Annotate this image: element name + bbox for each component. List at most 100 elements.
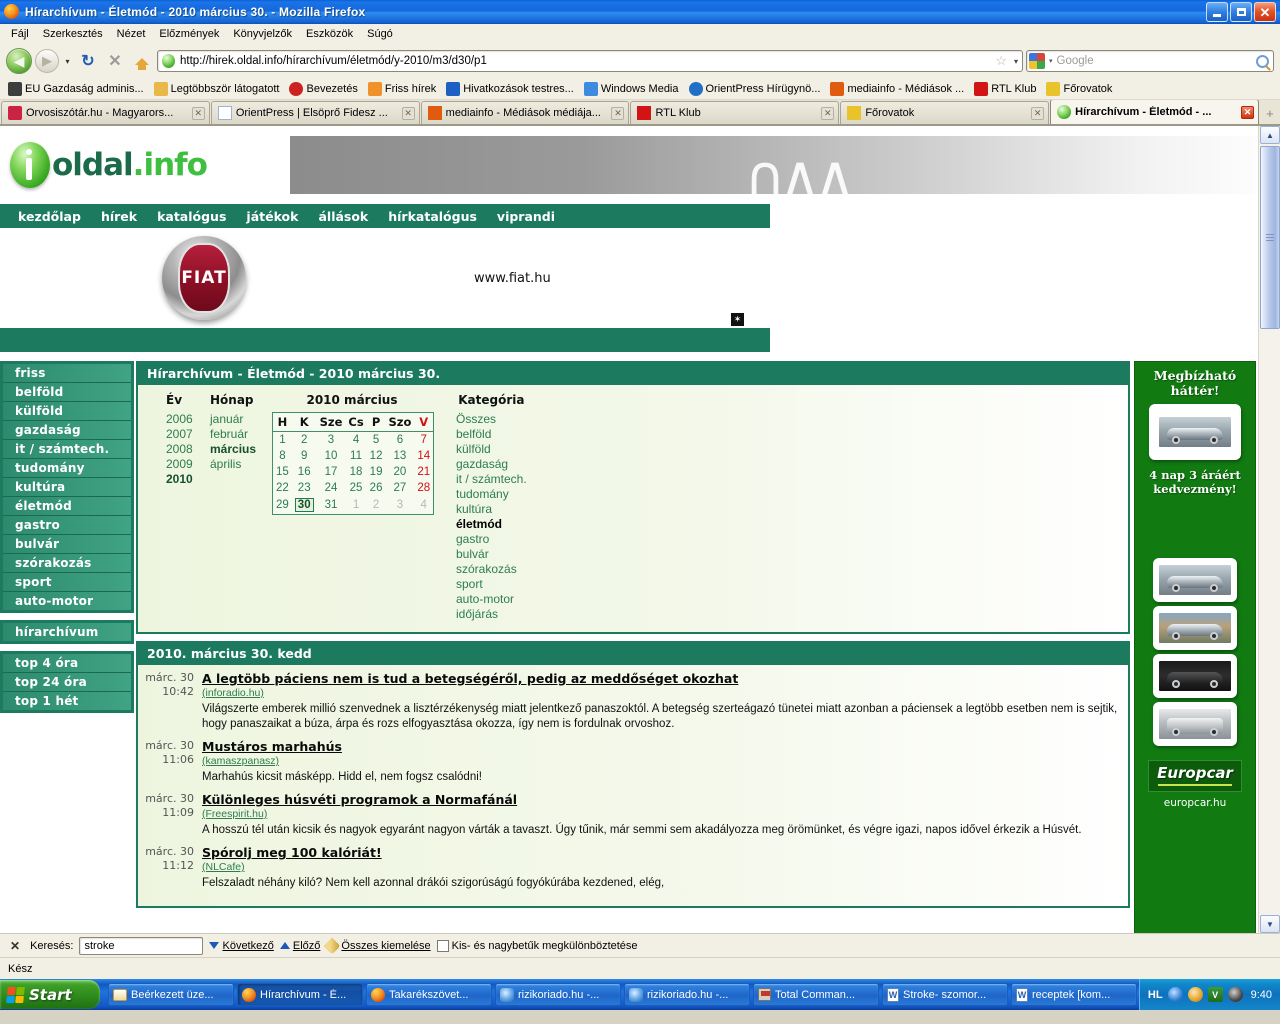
category-auto-motor[interactable]: auto-motor xyxy=(456,592,527,607)
tab-orvosiszotar[interactable]: Orvosiszótár.hu - Magyarors... ✕ xyxy=(1,101,210,124)
fiat-ad-banner[interactable]: FIAT www.fiat.hu ✶ xyxy=(0,228,770,328)
year-2009[interactable]: 2009 xyxy=(166,457,210,472)
sidebar-item-hirarchivum[interactable]: hírarchívum xyxy=(3,623,131,641)
find-prev-button[interactable]: Előző xyxy=(279,940,320,952)
calendar-day[interactable]: 23 xyxy=(292,480,317,496)
taskbar-item-receptek-doc[interactable]: Wreceptek [kom... xyxy=(1011,983,1137,1006)
nav-hirek[interactable]: hírek xyxy=(91,209,147,224)
tab-close-icon[interactable]: ✕ xyxy=(1031,106,1045,120)
stop-button[interactable]: ✕ xyxy=(103,49,127,73)
find-highlight-button[interactable]: Összes kiemelése xyxy=(323,937,431,954)
category-eletmod[interactable]: életmód xyxy=(456,517,527,532)
calendar-day[interactable]: 4 xyxy=(345,432,366,449)
back-button[interactable]: ◀ xyxy=(6,48,32,74)
calendar-day[interactable]: 6 xyxy=(385,432,414,449)
calendar-day[interactable]: 26 xyxy=(367,480,386,496)
calendar-day[interactable]: 2 xyxy=(292,432,317,449)
v2-icon[interactable]: V xyxy=(1207,987,1223,1002)
category-kultura[interactable]: kultúra xyxy=(456,502,527,517)
url-dropdown-icon[interactable]: ▾ xyxy=(1012,57,1018,66)
calendar-day-other-month[interactable]: 4 xyxy=(414,496,433,515)
calendar-day[interactable]: 12 xyxy=(367,448,386,464)
tab-mediainfo[interactable]: mediainfo - Médiások médiája... ✕ xyxy=(420,101,630,124)
calendar-day[interactable]: 7 xyxy=(414,432,433,449)
bookmark-item[interactable]: Bevezetés xyxy=(285,81,361,97)
news-title-link[interactable]: A legtöbb páciens nem is tud a betegségé… xyxy=(202,671,738,686)
sidebar-item-kulfold[interactable]: külföld xyxy=(3,402,131,421)
category-gazdasag[interactable]: gazdaság xyxy=(456,457,527,472)
mail-tray-icon[interactable] xyxy=(1187,987,1203,1002)
header-banner[interactable]: ∩∧∧ xyxy=(290,136,1257,194)
calendar-day[interactable]: 15 xyxy=(273,464,292,480)
month-februar[interactable]: február xyxy=(210,427,272,442)
sidebar-item-auto-motor[interactable]: auto-motor xyxy=(3,592,131,610)
taskbar-item-total-commander[interactable]: Total Comman... xyxy=(753,983,879,1006)
category-osszes[interactable]: Összes xyxy=(456,412,527,427)
calendar-day[interactable]: 29 xyxy=(273,496,292,515)
scroll-up-icon[interactable]: ▲ xyxy=(1260,126,1280,144)
close-button[interactable]: ✕ xyxy=(1254,2,1276,22)
bookmark-item[interactable]: Windows Media xyxy=(580,81,683,97)
menu-elozmenyek[interactable]: Előzmények xyxy=(152,26,226,42)
bookmark-item[interactable]: EU Gazdaság adminis... xyxy=(4,81,148,97)
avira-icon[interactable] xyxy=(1227,987,1243,1002)
find-matchcase-checkbox[interactable]: Kis- és nagybetűk megkülönböztetése xyxy=(436,939,638,952)
search-engine-dropdown-icon[interactable]: ▾ xyxy=(1049,57,1053,65)
sidebar-item-belfold[interactable]: belföld xyxy=(3,383,131,402)
new-tab-button[interactable]: + xyxy=(1260,103,1280,124)
ad-close-icon[interactable]: ✶ xyxy=(731,313,744,326)
forward-button[interactable]: ▶ xyxy=(35,49,59,73)
maximize-button[interactable] xyxy=(1230,2,1252,22)
sidebar-item-gastro[interactable]: gastro xyxy=(3,516,131,535)
scroll-down-icon[interactable]: ▼ xyxy=(1260,915,1280,933)
bookmark-item[interactable]: Legtöbbször látogatott xyxy=(150,81,284,97)
taskbar-item-hirarchivum[interactable]: Hírarchívum - É... xyxy=(237,983,363,1006)
back-arrow-icon[interactable] xyxy=(1167,987,1183,1002)
tab-close-icon[interactable]: ✕ xyxy=(611,106,625,120)
news-source-link[interactable]: (kamaszpanasz) xyxy=(202,754,1118,768)
calendar-day-other-month[interactable]: 2 xyxy=(367,496,386,515)
fiat-ad-url[interactable]: www.fiat.hu xyxy=(474,271,551,286)
calendar-day[interactable]: 8 xyxy=(273,448,292,464)
category-sport[interactable]: sport xyxy=(456,577,527,592)
find-input[interactable]: stroke xyxy=(79,936,204,955)
europcar-logo[interactable]: Europcar xyxy=(1148,760,1242,792)
year-2010[interactable]: 2010 xyxy=(166,472,210,487)
calendar-day[interactable]: 11 xyxy=(345,448,366,464)
search-input[interactable]: Google xyxy=(1057,55,1252,67)
category-idojaras[interactable]: időjárás xyxy=(456,607,527,622)
bookmark-item[interactable]: mediainfo - Médiások ... xyxy=(826,81,968,97)
calendar-day[interactable]: 1 xyxy=(273,432,292,449)
sidebar-item-kultura[interactable]: kultúra xyxy=(3,478,131,497)
home-button[interactable] xyxy=(130,49,154,73)
europcar-url[interactable]: europcar.hu xyxy=(1140,797,1250,809)
calendar-day[interactable]: 9 xyxy=(292,448,317,464)
calendar-day[interactable]: 3 xyxy=(317,432,346,449)
sidebar-item-friss[interactable]: friss xyxy=(3,364,131,383)
start-button[interactable]: Start xyxy=(0,980,100,1009)
menu-szerkesztes[interactable]: Szerkesztés xyxy=(36,26,110,42)
bookmark-item[interactable]: RTL Klub xyxy=(970,81,1040,97)
calendar-day-other-month[interactable]: 3 xyxy=(385,496,414,515)
minimize-button[interactable] xyxy=(1206,2,1228,22)
europcar-ad[interactable]: Megbízható háttér! 4 nap 3 áráért kedvez… xyxy=(1134,361,1256,933)
calendar-day[interactable]: 18 xyxy=(345,464,366,480)
calendar-day-other-month[interactable]: 1 xyxy=(345,496,366,515)
month-marcius[interactable]: március xyxy=(210,442,272,457)
calendar-day[interactable]: 27 xyxy=(385,480,414,496)
menu-eszkozok[interactable]: Eszközök xyxy=(299,26,360,42)
taskbar-item-stroke-doc[interactable]: W Stroke- szomor... xyxy=(882,983,1008,1006)
calendar-day[interactable]: 24 xyxy=(317,480,346,496)
bookmark-item[interactable]: Hivatkozások testres... xyxy=(442,81,578,97)
sidebar-item-it-szamtech[interactable]: it / számtech. xyxy=(3,440,131,459)
calendar-day[interactable]: 31 xyxy=(317,496,346,515)
calendar-day[interactable]: 5 xyxy=(367,432,386,449)
sidebar-item-top-1-het[interactable]: top 1 hét xyxy=(3,692,131,710)
nav-katalogus[interactable]: katalógus xyxy=(147,209,236,224)
menu-konyvjelzok[interactable]: Könyvjelzők xyxy=(226,26,299,42)
menu-fajl[interactable]: Fájl xyxy=(4,26,36,42)
nav-hirkatalogus[interactable]: hírkatalógus xyxy=(378,209,487,224)
checkbox-icon[interactable] xyxy=(436,939,449,952)
scrollbar-thumb[interactable] xyxy=(1260,146,1280,329)
url-bar[interactable]: http://hirek.oldal.info/hírarchívum/élet… xyxy=(157,50,1023,72)
